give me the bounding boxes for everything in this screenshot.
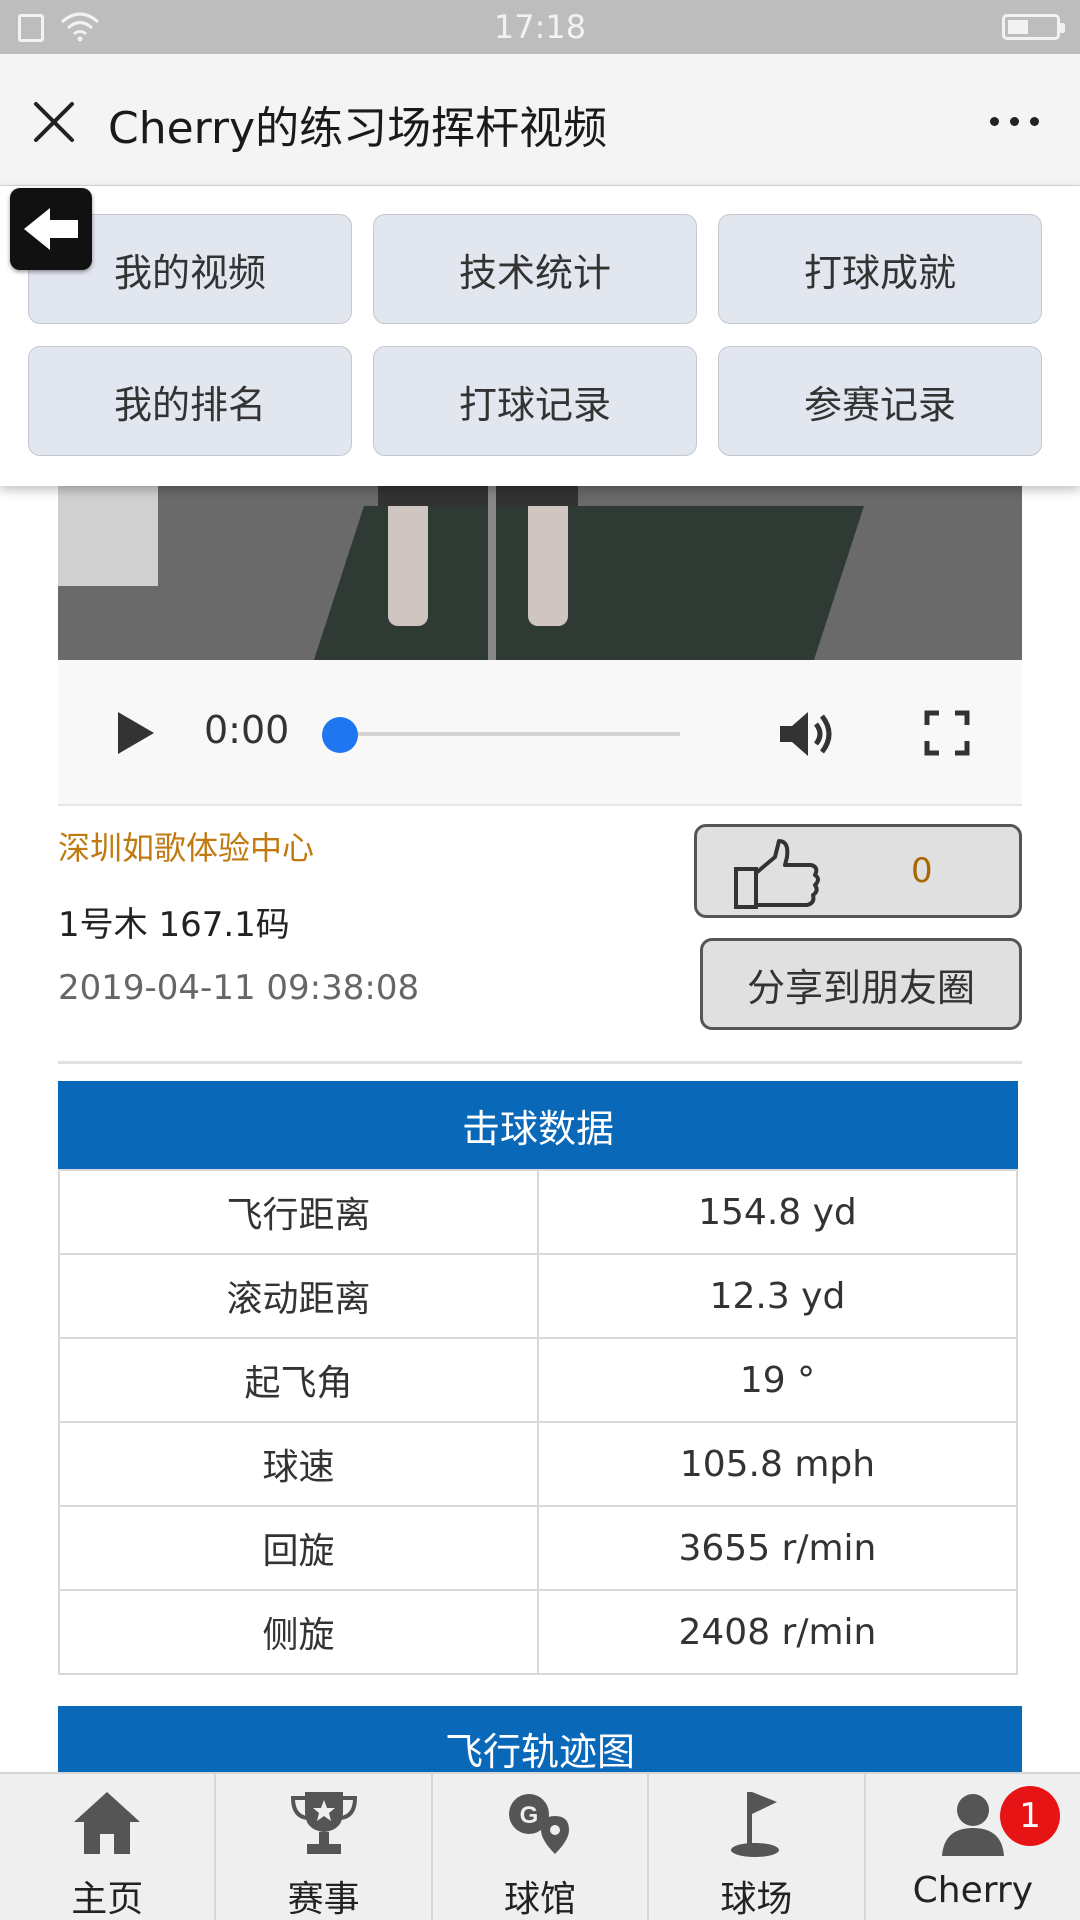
nav-item-courses[interactable]: 球场 [649,1774,866,1920]
table-cell-label: 球速 [58,1421,539,1507]
shot-data-header: 击球数据 [58,1081,1018,1169]
volume-icon[interactable] [776,706,840,762]
page-title: Cherry的练习场挥杆视频 [108,103,608,154]
status-bar: 17:18 [0,0,1080,54]
notification-badge: 1 [1000,1786,1061,1846]
table-row: 起飞角 19 ° [58,1337,1019,1423]
table-row: 侧旋 2408 r/min [58,1589,1019,1675]
play-icon[interactable] [118,712,154,754]
table-cell-label: 滚动距离 [58,1253,539,1339]
nav-item-home[interactable]: 主页 [0,1774,217,1920]
video-progress-track[interactable] [326,732,680,736]
shot-data-table: 飞行距离 154.8 yd 滚动距离 12.3 yd 起飞角 19 ° 球速 1… [58,1169,1019,1675]
table-cell-value: 12.3 yd [536,1253,1019,1339]
video-controls: 0:00 [58,660,1022,806]
venue-link[interactable]: 深圳如歌体验中心 [58,823,314,869]
share-to-moments-button[interactable]: 分享到朋友圈 [700,938,1022,1030]
thumbs-up-icon [734,839,820,909]
nav-label-profile: Cherry [912,1870,1034,1911]
nav-label-events: 赛事 [287,1879,360,1920]
table-row: 回旋 3655 r/min [58,1505,1019,1591]
table-cell-label: 飞行距离 [58,1169,539,1255]
table-row: 飞行距离 154.8 yd [58,1169,1019,1255]
nav-label-venues: 球馆 [504,1879,577,1920]
shot-datetime: 2019-04-11 09:38:08 [58,968,420,1008]
nav-item-venues[interactable]: G 球馆 [433,1774,650,1920]
table-cell-value: 154.8 yd [536,1169,1019,1255]
table-row: 球速 105.8 mph [58,1421,1019,1507]
table-cell-value: 105.8 mph [536,1421,1019,1507]
nav-item-profile[interactable]: 1 Cherry [866,1774,1080,1920]
title-bar: Cherry的练习场挥杆视频 [0,54,1080,186]
table-cell-label: 侧旋 [58,1589,539,1675]
table-cell-label: 回旋 [58,1505,539,1591]
menu-my-ranking-button[interactable]: 我的排名 [28,346,352,456]
video-current-time: 0:00 [204,708,290,752]
menu-tech-stats-button[interactable]: 技术统计 [373,214,697,324]
bottom-nav: 主页 赛事 G 球馆 球场 1 Cherry [0,1772,1080,1920]
table-cell-label: 起飞角 [58,1337,539,1423]
close-icon[interactable] [30,98,78,146]
battery-icon [1002,14,1065,40]
status-time: 17:18 [493,8,587,46]
menu-achievements-button[interactable]: 打球成就 [718,214,1042,324]
table-row: 滚动距离 12.3 yd [58,1253,1019,1339]
fullscreen-icon[interactable] [924,710,970,756]
more-options-icon[interactable] [986,110,1042,130]
menu-play-records-button[interactable]: 打球记录 [373,346,697,456]
svg-text:G: G [520,1802,539,1829]
table-cell-value: 2408 r/min [536,1589,1019,1675]
nav-label-courses: 球场 [720,1879,793,1920]
table-cell-value: 3655 r/min [536,1505,1019,1591]
table-cell-value: 19 ° [536,1337,1019,1423]
golf-flag-icon [731,1792,780,1857]
divider [58,1061,1022,1064]
video-progress-knob[interactable] [322,717,358,753]
like-count: 0 [911,851,933,891]
user-icon [941,1794,1004,1856]
back-arrow-icon[interactable] [10,188,92,270]
trophy-icon [290,1792,357,1854]
nav-item-events[interactable]: 赛事 [216,1774,433,1920]
location-pin-icon: G [509,1794,570,1854]
like-button[interactable]: 0 [694,824,1022,918]
quick-menu: 我的视频 技术统计 打球成就 我的排名 打球记录 参赛记录 [0,186,1080,486]
home-icon [74,1792,141,1854]
nav-label-home: 主页 [71,1879,144,1920]
menu-competition-records-button[interactable]: 参赛记录 [718,346,1042,456]
club-distance: 1号木 167.1码 [58,905,290,945]
